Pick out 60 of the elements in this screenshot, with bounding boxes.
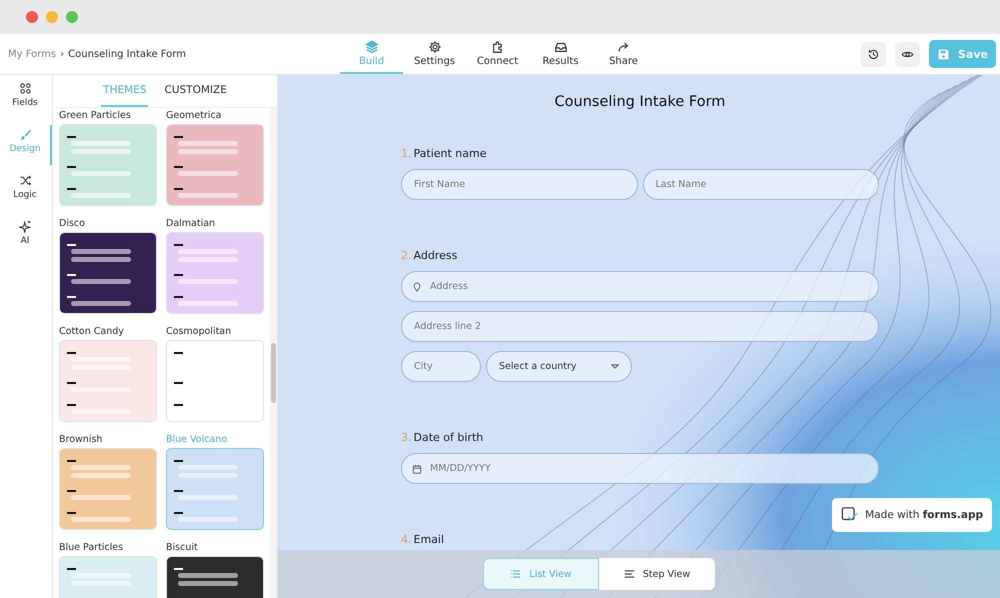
lines-icon <box>624 569 635 579</box>
list-icon <box>510 569 522 579</box>
sidebar-item[interactable]: AI <box>0 217 52 257</box>
theme-name: Disco <box>59 218 86 229</box>
question-number: 4. <box>401 533 412 546</box>
theme-name: Brownish <box>59 434 104 445</box>
calendar-icon <box>412 464 422 474</box>
panel-tab[interactable]: CUSTOMIZE <box>162 75 229 107</box>
layers-icon <box>364 40 378 54</box>
brush-icon <box>18 128 32 141</box>
nav-tab[interactable]: Share <box>592 34 655 74</box>
address-field[interactable]: Address <box>401 271 879 302</box>
theme-name: Cosmopolitan <box>166 326 232 337</box>
view-toggle-button[interactable]: Step View <box>599 558 715 590</box>
question-number: 3. <box>401 431 412 444</box>
theme-name: Green Particles <box>59 110 132 121</box>
theme-name: Blue Particles <box>59 542 124 553</box>
preview-button[interactable] <box>895 42 920 66</box>
question-label: Address <box>414 249 458 262</box>
date-field[interactable]: MM/DD/YYYY <box>401 453 879 484</box>
history-icon <box>867 48 880 60</box>
grid-icon <box>18 82 32 95</box>
question-label: Patient name <box>414 147 486 160</box>
text-field[interactable]: City <box>401 351 481 382</box>
caret-icon <box>611 364 619 369</box>
question-number: 1. <box>401 147 412 160</box>
theme-name: Dalmatian <box>166 218 216 229</box>
close-window-button[interactable] <box>26 11 38 23</box>
nav-tab[interactable]: Connect <box>466 34 529 74</box>
theme-name: Biscuit <box>166 542 199 553</box>
breadcrumb-current: Counseling Intake Form <box>68 48 186 60</box>
question-label: Date of birth <box>414 431 484 444</box>
country-dropdown[interactable]: Select a country <box>486 351 632 382</box>
text-field[interactable]: Address line 2 <box>401 311 879 342</box>
text-field[interactable]: Last Name <box>642 169 879 200</box>
form-title: Counseling Intake Form <box>554 94 726 110</box>
maximize-window-button[interactable] <box>66 11 78 23</box>
save-icon <box>937 48 950 60</box>
shuffle-icon <box>18 174 32 187</box>
theme-name: Blue Volcano <box>166 434 228 445</box>
made-with-badge[interactable]: Made with forms.app <box>832 498 992 532</box>
puzzle-icon <box>490 40 504 54</box>
nav-tab[interactable]: Settings <box>403 34 466 74</box>
location-pin-icon <box>412 282 422 292</box>
theme-name: Geometrica <box>166 110 222 121</box>
theme-preview-drawing[interactable] <box>59 232 157 314</box>
sparkle-icon <box>18 220 32 233</box>
share-arrow-icon <box>616 40 630 54</box>
settings-icon <box>428 40 442 54</box>
nav-tab[interactable]: Results <box>529 34 592 74</box>
minimize-window-button[interactable] <box>46 11 58 23</box>
question-label: Email <box>414 533 444 546</box>
theme-name: Cotton Candy <box>59 326 125 337</box>
sidebar-item[interactable]: Fields <box>0 79 52 119</box>
question-number: 2. <box>401 249 412 262</box>
text-field[interactable]: First Name <box>401 169 638 200</box>
breadcrumb-link[interactable]: My Forms <box>8 48 56 60</box>
breadcrumb-separator: › <box>60 48 64 60</box>
history-button[interactable] <box>861 42 886 66</box>
sidebar-item[interactable]: Logic <box>0 171 52 211</box>
